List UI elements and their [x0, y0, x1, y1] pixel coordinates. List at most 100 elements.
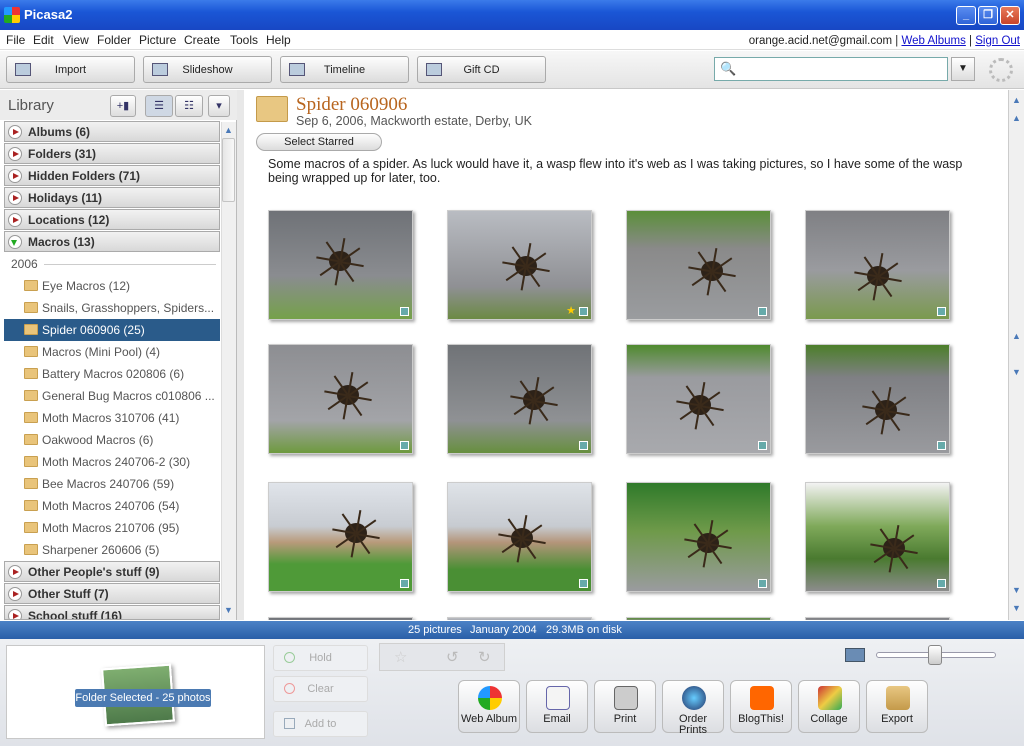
photo-thumbnail[interactable]	[626, 482, 771, 592]
menu-file[interactable]: File	[6, 33, 25, 47]
search-dropdown-button[interactable]: ▼	[951, 57, 975, 81]
group-macros[interactable]: Macros (13)	[4, 231, 220, 252]
group-other-peoples-stuff[interactable]: Other People's stuff (9)	[4, 561, 220, 582]
close-button[interactable]: ✕	[1000, 6, 1020, 25]
page-up-arrow-icon[interactable]: ▲	[1010, 330, 1023, 343]
folder-label: Sharpener 260606 (5)	[42, 543, 160, 557]
folder-item[interactable]: Battery Macros 020806 (6)	[4, 363, 220, 385]
photo-thumbnail[interactable]	[805, 344, 950, 454]
panel-splitter[interactable]	[237, 90, 244, 620]
folder-item[interactable]: Macros (Mini Pool) (4)	[4, 341, 220, 363]
photo-thumbnail[interactable]	[805, 210, 950, 320]
email-button[interactable]: Email	[526, 680, 588, 733]
caption-icon[interactable]	[937, 441, 946, 450]
folder-item[interactable]: Eye Macros (12)	[4, 275, 220, 297]
tree-view-button[interactable]: ☷	[175, 95, 203, 117]
grid-scrollbar[interactable]: ▲ ▲ ▲ ▼ ▼ ▼	[1008, 90, 1024, 620]
slideshow-button[interactable]: Slideshow	[143, 56, 272, 83]
folder-item-selected[interactable]: Spider 060906 (25)	[4, 319, 220, 341]
export-button[interactable]: Export	[866, 680, 928, 733]
folder-item[interactable]: Sharpener 260606 (5)	[4, 539, 220, 561]
caption-icon[interactable]	[937, 307, 946, 316]
group-school-stuff[interactable]: School stuff (16)	[4, 605, 220, 620]
caption-icon[interactable]	[937, 579, 946, 588]
photo-thumbnail[interactable]	[268, 210, 413, 320]
menu-edit[interactable]: Edit	[33, 33, 54, 47]
menu-folder[interactable]: Folder	[97, 33, 131, 47]
folder-item[interactable]: Bee Macros 240706 (59)	[4, 473, 220, 495]
timeline-button[interactable]: Timeline	[280, 56, 409, 83]
scroll-down-arrow-icon[interactable]: ▼	[222, 604, 235, 617]
library-scroll-thumb[interactable]	[222, 138, 235, 202]
menu-tools[interactable]: Tools	[230, 33, 258, 47]
scroll-up-arrow-icon[interactable]: ▲	[222, 124, 235, 137]
photo-thumbnail[interactable]	[268, 344, 413, 454]
photo-thumbnail[interactable]	[447, 344, 592, 454]
star-icon[interactable]: ☆	[394, 648, 407, 666]
menu-create[interactable]: Create	[184, 33, 220, 47]
group-hidden-folders[interactable]: Hidden Folders (71)	[4, 165, 220, 186]
group-albums[interactable]: Albums (6)	[4, 121, 220, 142]
folder-item[interactable]: Moth Macros 310706 (41)	[4, 407, 220, 429]
hold-button[interactable]: Hold	[273, 645, 368, 671]
minimize-button[interactable]: _	[956, 6, 976, 25]
page-down-arrow-icon[interactable]: ▼	[1010, 366, 1023, 379]
photo-thumbnail[interactable]	[805, 617, 950, 620]
search-input[interactable]: 🔍	[714, 57, 948, 81]
caption-icon[interactable]	[758, 307, 767, 316]
photo-thumbnail[interactable]	[626, 617, 771, 620]
group-other-stuff[interactable]: Other Stuff (7)	[4, 583, 220, 604]
order-prints-button[interactable]: Order Prints	[662, 680, 724, 736]
caption-icon[interactable]	[579, 307, 588, 316]
folder-item[interactable]: Moth Macros 210706 (95)	[4, 517, 220, 539]
menu-picture[interactable]: Picture	[139, 33, 176, 47]
expand-arrow-icon	[8, 169, 22, 183]
photo-thumbnail[interactable]	[447, 482, 592, 592]
caption-icon[interactable]	[579, 441, 588, 450]
folder-item[interactable]: General Bug Macros c010806 ...	[4, 385, 220, 407]
rotate-right-icon[interactable]: ↻	[478, 648, 491, 666]
flat-view-button[interactable]: ☰	[145, 95, 173, 117]
photo-thumbnail[interactable]	[268, 617, 413, 620]
folder-item[interactable]: Snails, Grasshoppers, Spiders...	[4, 297, 220, 319]
group-folders[interactable]: Folders (31)	[4, 143, 220, 164]
scroll-top-arrow-icon[interactable]: ▲	[1010, 94, 1023, 107]
group-holidays[interactable]: Holidays (11)	[4, 187, 220, 208]
blogthis-button[interactable]: BlogThis!	[730, 680, 792, 733]
print-button[interactable]: Print	[594, 680, 656, 733]
photo-thumbnail[interactable]	[626, 210, 771, 320]
caption-icon[interactable]	[758, 441, 767, 450]
web-albums-link[interactable]: Web Albums	[901, 35, 965, 47]
collage-button[interactable]: Collage	[798, 680, 860, 733]
caption-icon[interactable]	[400, 307, 409, 316]
sign-out-link[interactable]: Sign Out	[975, 35, 1020, 47]
caption-icon[interactable]	[758, 579, 767, 588]
menu-help[interactable]: Help	[266, 33, 291, 47]
photo-thumbnail[interactable]	[447, 617, 592, 620]
clear-button[interactable]: Clear	[273, 676, 368, 702]
scroll-down-arrow-icon[interactable]: ▼	[1010, 584, 1023, 597]
new-album-button[interactable]: +▮	[110, 95, 136, 117]
rotate-left-icon[interactable]: ↺	[446, 648, 459, 666]
folder-item[interactable]: Moth Macros 240706 (54)	[4, 495, 220, 517]
caption-icon[interactable]	[579, 579, 588, 588]
gift-cd-button[interactable]: Gift CD	[417, 56, 546, 83]
photo-thumbnail[interactable]	[626, 344, 771, 454]
photo-thumbnail[interactable]	[268, 482, 413, 592]
folder-item[interactable]: Moth Macros 240706-2 (30)	[4, 451, 220, 473]
add-to-button[interactable]: Add to	[273, 711, 368, 737]
photo-thumbnail[interactable]: ★	[447, 210, 592, 320]
folder-item[interactable]: Oakwood Macros (6)	[4, 429, 220, 451]
slider-knob[interactable]	[928, 645, 942, 665]
import-button[interactable]: Import	[6, 56, 135, 83]
photo-thumbnail[interactable]	[805, 482, 950, 592]
scroll-up-arrow-icon[interactable]: ▲	[1010, 112, 1023, 125]
maximize-button[interactable]: ❐	[978, 6, 998, 25]
group-locations[interactable]: Locations (12)	[4, 209, 220, 230]
caption-icon[interactable]	[400, 441, 409, 450]
caption-icon[interactable]	[400, 579, 409, 588]
web-album-button[interactable]: Web Album	[458, 680, 520, 733]
scroll-bottom-arrow-icon[interactable]: ▼	[1010, 602, 1023, 615]
library-options-button[interactable]: ▾	[208, 95, 230, 117]
menu-view[interactable]: View	[63, 33, 89, 47]
